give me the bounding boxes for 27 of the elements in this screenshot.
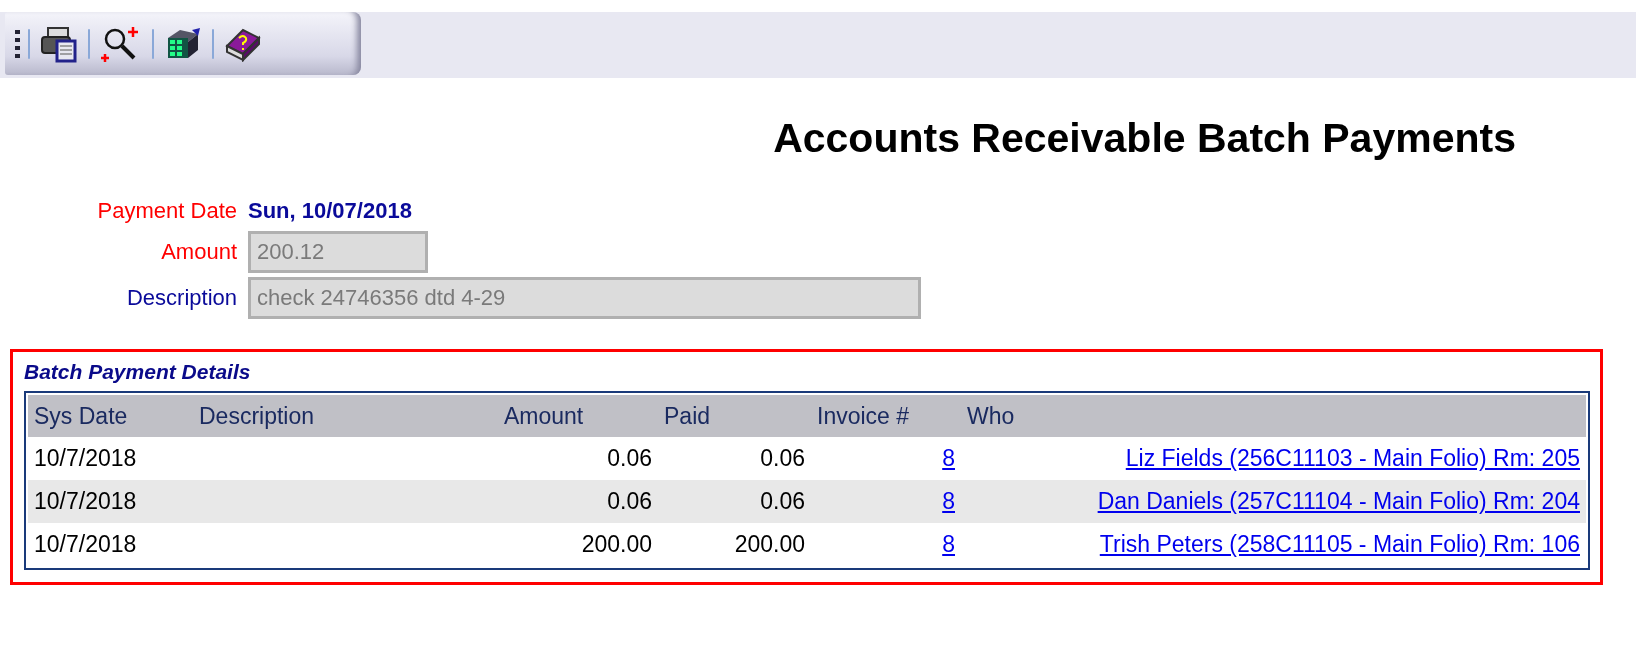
- column-header: Who: [961, 395, 1586, 437]
- guest-link[interactable]: Liz Fields (256C11103 - Main Folio) Rm: 205: [1125, 445, 1580, 472]
- invoice-link[interactable]: 8: [942, 531, 955, 558]
- invoice-link[interactable]: 8: [942, 488, 955, 515]
- section-title: Batch Payment Details: [24, 358, 252, 385]
- column-header: Description: [193, 395, 498, 437]
- table-cell: 0.06: [498, 437, 658, 480]
- field-label: Amount: [160, 238, 237, 266]
- field-label: Payment Date: [96, 196, 237, 225]
- table-cell: 200.00: [498, 523, 658, 566]
- column-header: Invoice #: [811, 395, 961, 437]
- table-cell: 10/7/2018: [28, 523, 193, 566]
- grip-icon[interactable]: [15, 28, 20, 59]
- table-cell: 0.06: [658, 480, 811, 523]
- table-cell: 0.06: [658, 437, 811, 480]
- guest-link[interactable]: Trish Peters (258C11105 - Main Folio) Rm: 106: [1099, 531, 1580, 558]
- invoice-link[interactable]: 8: [942, 445, 955, 472]
- table-cell: 0.06: [498, 480, 658, 523]
- page-title: Accounts Receivable Batch Payments: [772, 114, 1516, 163]
- column-header: Sys Date: [28, 395, 193, 437]
- column-header: Amount: [498, 395, 658, 437]
- table-cell: 200.00: [658, 523, 811, 566]
- table-cell: 10/7/2018: [28, 437, 193, 480]
- column-header: Paid: [658, 395, 811, 437]
- field-value: Sun, 10/07/2018: [248, 197, 412, 223]
- table-cell: 10/7/2018: [28, 480, 193, 523]
- field-label: Description: [125, 284, 237, 312]
